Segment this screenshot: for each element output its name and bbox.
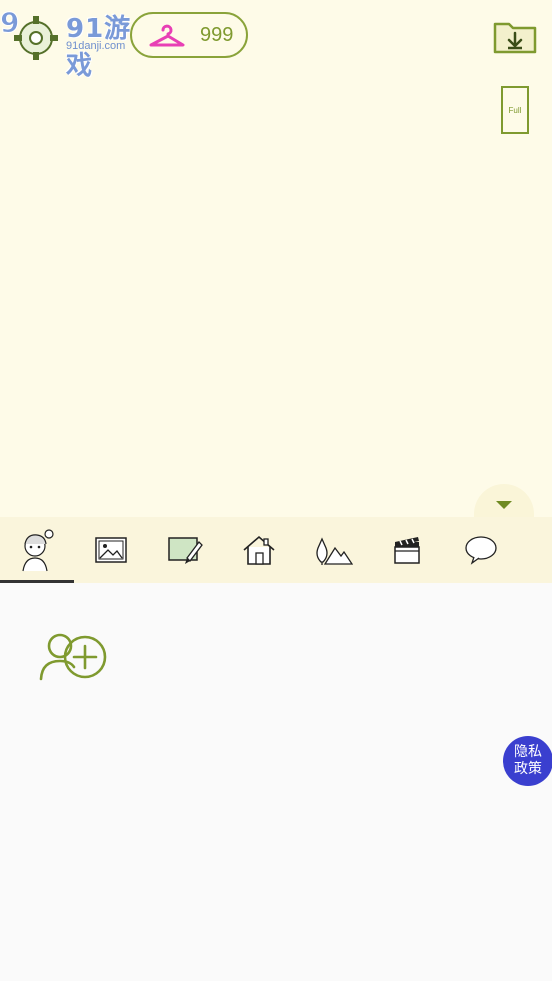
tab-image[interactable] — [74, 517, 148, 583]
paint-image-icon — [168, 537, 203, 564]
svg-text:9: 9 — [0, 6, 19, 39]
save-button[interactable] — [493, 18, 537, 56]
tab-background-paint[interactable] — [148, 517, 222, 583]
speech-bubble-icon — [465, 536, 497, 565]
privacy-policy-label: 隐私 政策 — [514, 744, 542, 777]
fullscreen-label: Full — [508, 105, 522, 115]
logo-domain-text: 91danji.com — [66, 40, 126, 52]
category-tabbar — [0, 517, 552, 583]
hanger-icon — [149, 24, 185, 47]
fullscreen-button[interactable]: Full — [501, 86, 529, 134]
tab-speech[interactable] — [444, 517, 518, 583]
tab-more[interactable] — [518, 517, 552, 583]
privacy-policy-button[interactable]: 隐私 政策 — [503, 736, 552, 786]
tab-house[interactable] — [222, 517, 296, 583]
clapper-icon — [394, 537, 420, 564]
tab-nature[interactable] — [296, 517, 370, 583]
tab-character[interactable] — [0, 517, 74, 583]
drawing-canvas[interactable] — [0, 0, 552, 583]
site-logo: 9 91游戏 91danji.com — [0, 4, 140, 82]
tab-clapper[interactable] — [370, 517, 444, 583]
image-icon — [95, 537, 127, 563]
gear-logo-icon: 9 — [0, 6, 58, 60]
currency-count: 999 — [200, 24, 234, 46]
add-character-button[interactable] — [38, 631, 110, 683]
nature-icon — [316, 537, 353, 565]
folder-download-icon — [493, 22, 537, 54]
box-icon — [538, 535, 552, 565]
house-icon — [243, 535, 275, 565]
character-icon — [22, 529, 54, 572]
chevron-down-icon — [496, 501, 512, 509]
add-character-icon — [39, 633, 107, 681]
currency-counter[interactable]: 999 — [130, 12, 248, 58]
